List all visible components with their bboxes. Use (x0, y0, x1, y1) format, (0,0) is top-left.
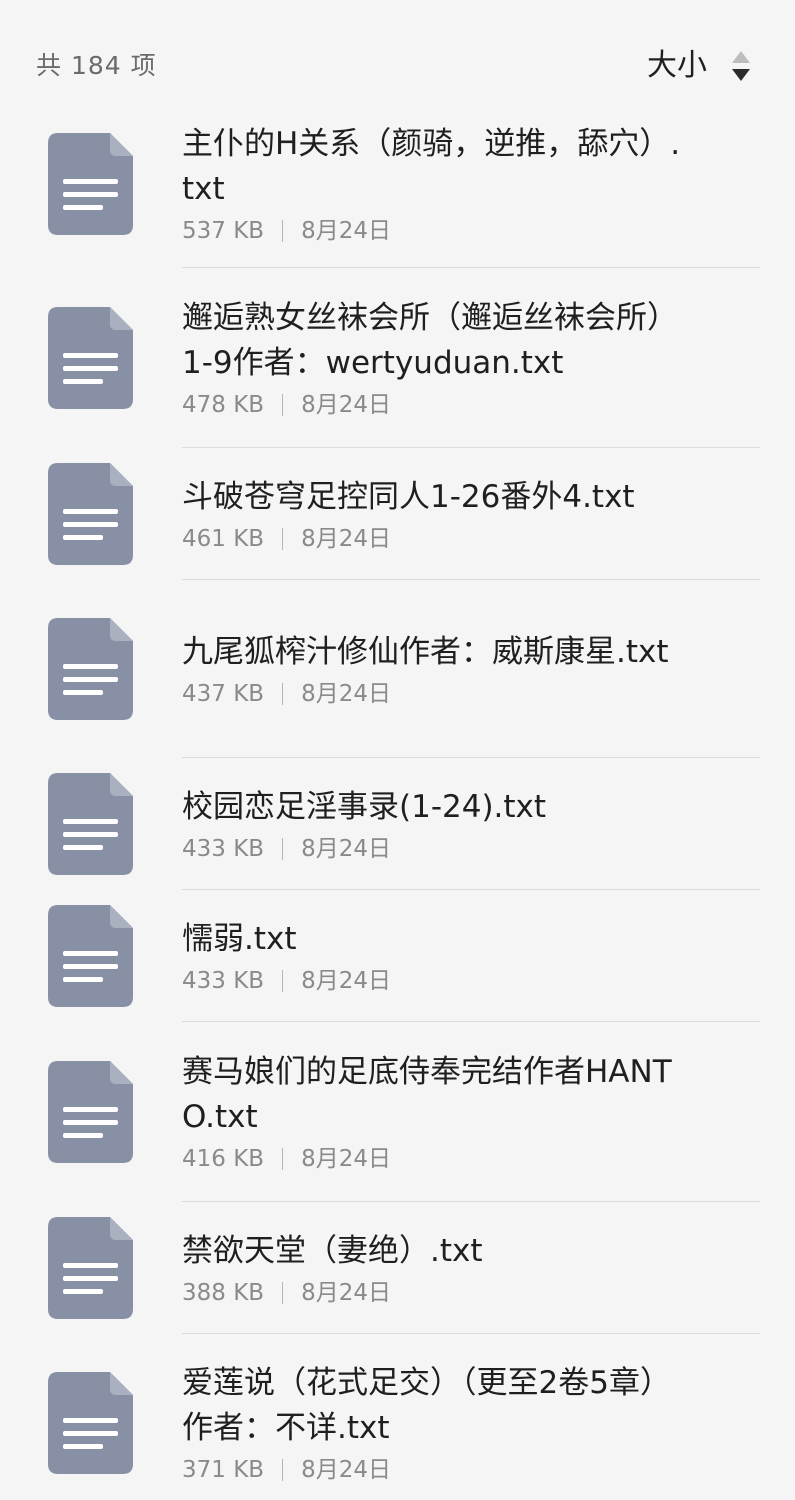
file-list-item[interactable]: 校园恋足淫事录(1-24).txt 433 KB 8月24日 (0, 758, 795, 890)
file-name: 斗破苍穹足控同人1-26番外4.txt (182, 479, 635, 515)
meta-separator (282, 394, 284, 416)
file-size: 537 KB (182, 218, 265, 244)
file-size: 416 KB (182, 1146, 265, 1172)
file-name: 懦弱.txt (182, 921, 297, 957)
file-size: 388 KB (182, 1280, 265, 1306)
file-info: 主仆的H关系（颜骑，逆推，舔穴）.txt 537 KB 8月24日 (182, 122, 685, 246)
text-file-icon (48, 133, 133, 235)
file-meta: 537 KB 8月24日 (182, 216, 685, 246)
sort-desc-icon[interactable] (731, 49, 751, 83)
file-date: 8月24日 (301, 392, 391, 418)
file-info: 爱莲说（花式足交）（更至2卷5章）作者：不详.txt 371 KB 8月24日 (182, 1361, 685, 1485)
file-list-item[interactable]: 九尾狐榨汁修仙作者：威斯康星.txt 437 KB 8月24日 (0, 580, 795, 758)
file-info: 禁欲天堂（妻绝）.txt 388 KB 8月24日 (182, 1229, 685, 1308)
file-info: 赛马娘们的足底侍奉完结作者HANTO.txt 416 KB 8月24日 (182, 1050, 685, 1174)
file-list-item[interactable]: 爱莲说（花式足交）（更至2卷5章）作者：不详.txt 371 KB 8月24日 (0, 1334, 795, 1500)
meta-separator (282, 1459, 284, 1481)
file-size: 461 KB (182, 526, 265, 552)
file-name: 禁欲天堂（妻绝）.txt (182, 1233, 483, 1269)
file-date: 8月24日 (301, 218, 391, 244)
file-name: 主仆的H关系（颜骑，逆推，舔穴）.txt (182, 126, 681, 207)
file-info: 邂逅熟女丝袜会所（邂逅丝袜会所）1-9作者：wertyuduan.txt 478 … (182, 296, 685, 420)
text-file-icon (48, 1061, 133, 1163)
file-info: 校园恋足淫事录(1-24).txt 433 KB 8月24日 (182, 785, 685, 864)
text-file-icon (48, 905, 133, 1007)
text-file-icon (48, 307, 133, 409)
sort-label[interactable]: 大小 (647, 46, 707, 86)
file-list: 主仆的H关系（颜骑，逆推，舔穴）.txt 537 KB 8月24日 邂逅熟女丝袜会所（… (0, 100, 795, 1500)
text-file-icon (48, 463, 133, 565)
file-meta: 416 KB 8月24日 (182, 1144, 685, 1174)
file-date: 8月24日 (301, 1146, 391, 1172)
file-size: 433 KB (182, 836, 265, 862)
file-meta: 433 KB 8月24日 (182, 966, 685, 996)
file-list-item[interactable]: 赛马娘们的足底侍奉完结作者HANTO.txt 416 KB 8月24日 (0, 1022, 795, 1202)
file-date: 8月24日 (301, 836, 391, 862)
file-list-item[interactable]: 斗破苍穹足控同人1-26番外4.txt 461 KB 8月24日 (0, 448, 795, 580)
item-count: 共 184 项 (36, 51, 157, 80)
file-date: 8月24日 (301, 1457, 391, 1483)
sort-control[interactable]: 大小 (647, 46, 751, 86)
meta-separator (282, 1282, 284, 1304)
file-name: 邂逅熟女丝袜会所（邂逅丝袜会所）1-9作者：wertyuduan.txt (182, 300, 678, 381)
meta-separator (282, 970, 284, 992)
meta-separator (282, 220, 284, 242)
file-meta: 478 KB 8月24日 (182, 390, 685, 420)
file-info: 九尾狐榨汁修仙作者：威斯康星.txt 437 KB 8月24日 (182, 630, 685, 709)
file-info: 懦弱.txt 433 KB 8月24日 (182, 917, 685, 996)
file-name: 九尾狐榨汁修仙作者：威斯康星.txt (182, 634, 669, 670)
text-file-icon (48, 773, 133, 875)
file-list-item[interactable]: 禁欲天堂（妻绝）.txt 388 KB 8月24日 (0, 1202, 795, 1334)
file-meta: 433 KB 8月24日 (182, 834, 685, 864)
meta-separator (282, 838, 284, 860)
file-name: 爱莲说（花式足交）（更至2卷5章）作者：不详.txt (182, 1365, 671, 1446)
file-size: 478 KB (182, 392, 265, 418)
text-file-icon (48, 1372, 133, 1474)
text-file-icon (48, 618, 133, 720)
file-meta: 461 KB 8月24日 (182, 524, 685, 554)
file-meta: 371 KB 8月24日 (182, 1455, 685, 1485)
text-file-icon (48, 1217, 133, 1319)
file-meta: 437 KB 8月24日 (182, 679, 685, 709)
file-list-item[interactable]: 懦弱.txt 433 KB 8月24日 (0, 890, 795, 1022)
file-size: 433 KB (182, 968, 265, 994)
file-name: 赛马娘们的足底侍奉完结作者HANTO.txt (182, 1054, 672, 1135)
file-date: 8月24日 (301, 526, 391, 552)
file-list-item[interactable]: 主仆的H关系（颜骑，逆推，舔穴）.txt 537 KB 8月24日 (0, 100, 795, 268)
file-list-item[interactable]: 邂逅熟女丝袜会所（邂逅丝袜会所）1-9作者：wertyuduan.txt 478 … (0, 268, 795, 448)
file-name: 校园恋足淫事录(1-24).txt (182, 789, 547, 825)
file-date: 8月24日 (301, 1280, 391, 1306)
meta-separator (282, 683, 284, 705)
meta-separator (282, 528, 284, 550)
meta-separator (282, 1148, 284, 1170)
file-date: 8月24日 (301, 681, 391, 707)
file-list-page: 共 184 项 大小 主仆的H关系（颜骑，逆推，舔穴）.txt 537 KB 8月2… (0, 0, 795, 1500)
file-date: 8月24日 (301, 968, 391, 994)
file-info: 斗破苍穹足控同人1-26番外4.txt 461 KB 8月24日 (182, 475, 685, 554)
file-meta: 388 KB 8月24日 (182, 1278, 685, 1308)
file-size: 371 KB (182, 1457, 265, 1483)
file-size: 437 KB (182, 681, 265, 707)
